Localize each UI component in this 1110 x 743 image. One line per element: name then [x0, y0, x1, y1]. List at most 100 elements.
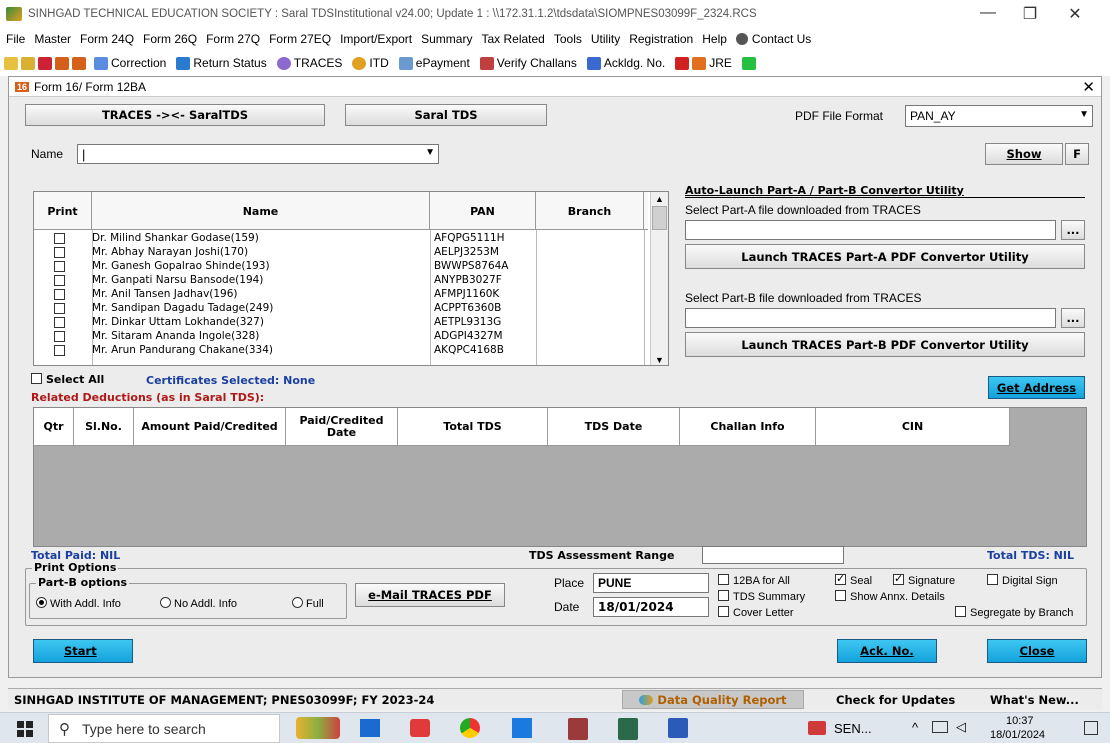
menu-file[interactable]: File: [6, 32, 25, 46]
whatsapp-icon[interactable]: [741, 56, 756, 70]
open-icon[interactable]: [21, 56, 35, 70]
chk-signature-box[interactable]: [893, 572, 904, 585]
chk-annx-box[interactable]: [835, 590, 846, 601]
return-status-button[interactable]: Return Status: [176, 56, 267, 70]
menu-form26q[interactable]: Form 26Q: [143, 32, 197, 46]
restore-icon[interactable]: ❐: [1010, 4, 1050, 24]
chk-12ba-box[interactable]: [718, 574, 729, 585]
email-traces-pdf-button[interactable]: e-Mail TRACES PDF: [355, 583, 505, 607]
row-checkbox[interactable]: [54, 247, 65, 258]
clock-date[interactable]: 18/01/2024: [990, 729, 1045, 741]
chk-cover-letter[interactable]: Cover Letter: [718, 606, 794, 619]
table-row[interactable]: Mr. Anil Tansen Jadhav(196) AFMPJ1160K: [34, 288, 648, 301]
menu-tax-related[interactable]: Tax Related: [481, 32, 544, 46]
grid-scrollbar[interactable]: ▲ ▼: [650, 192, 668, 365]
table-row[interactable]: Mr. Dinkar Uttam Lokhande(327) AETPL9313G: [34, 316, 648, 329]
menu-form27eq[interactable]: Form 27EQ: [269, 32, 331, 46]
close-window-icon[interactable]: ✕: [1055, 4, 1095, 24]
option-with-addl-info[interactable]: With Addl. Info: [36, 597, 121, 610]
radio-with[interactable]: [36, 597, 47, 608]
minimize-icon[interactable]: —: [968, 4, 1008, 22]
chk-signature[interactable]: Signature: [893, 572, 955, 587]
menu-form24q[interactable]: Form 24Q: [80, 32, 134, 46]
saral-tds-icon[interactable]: [618, 718, 638, 740]
part-b-file-input[interactable]: [685, 308, 1056, 328]
name-combobox[interactable]: | ▼: [77, 144, 439, 164]
radio-full[interactable]: [292, 597, 303, 608]
jre-button[interactable]: JRE: [692, 56, 732, 70]
launch-part-b-button[interactable]: Launch TRACES Part-B PDF Convertor Utili…: [685, 332, 1085, 357]
traces-button[interactable]: TRACES: [276, 56, 342, 70]
row-checkbox[interactable]: [54, 275, 65, 286]
check-updates-button[interactable]: Check for Updates: [836, 693, 955, 707]
launch-part-a-button[interactable]: Launch TRACES Part-A PDF Convertor Utili…: [685, 244, 1085, 269]
chk-digital-sign[interactable]: Digital Sign: [987, 574, 1058, 587]
chk-seal[interactable]: Seal: [835, 572, 872, 587]
show-button[interactable]: Show: [985, 143, 1063, 165]
row-checkbox[interactable]: [54, 331, 65, 342]
ackldg-button[interactable]: Ackldg. No.: [586, 56, 665, 70]
correction-button[interactable]: Correction: [94, 56, 166, 70]
row-checkbox[interactable]: [54, 303, 65, 314]
tools-icon[interactable]: [38, 56, 52, 70]
scroll-up-icon[interactable]: ▲: [655, 194, 664, 204]
app-icon-2[interactable]: [512, 718, 532, 738]
chk-summary-box[interactable]: [718, 590, 729, 601]
row-checkbox[interactable]: [54, 345, 65, 356]
close-button[interactable]: Close: [987, 639, 1087, 663]
table-row[interactable]: Mr. Abhay Narayan Joshi(170) AELPJ3253M: [34, 246, 648, 259]
app-icon-1[interactable]: [360, 719, 380, 737]
tray-chevron-up-icon[interactable]: ^: [912, 720, 918, 735]
scroll-down-icon[interactable]: ▼: [655, 355, 664, 365]
menu-master[interactable]: Master: [34, 32, 71, 46]
tab-saral-tds[interactable]: Saral TDS: [345, 104, 547, 126]
get-address-button[interactable]: Get Address: [988, 376, 1085, 399]
menu-tools[interactable]: Tools: [554, 32, 582, 46]
pdf-format-select[interactable]: PAN_AY ▼: [905, 105, 1093, 127]
row-checkbox[interactable]: [54, 289, 65, 300]
verify-challans-button[interactable]: Verify Challans: [479, 56, 577, 70]
table-row[interactable]: Mr. Sitaram Ananda Ingole(328) ADGPI4327M: [34, 330, 648, 343]
youtube-icon[interactable]: [675, 56, 690, 70]
notifications-icon[interactable]: [1084, 721, 1098, 735]
row-checkbox[interactable]: [54, 261, 65, 272]
data-quality-report-button[interactable]: Data Quality Report: [622, 690, 804, 709]
menu-contact-us[interactable]: Contact Us: [735, 32, 820, 46]
tab-traces-saraltds[interactable]: TRACES -><- SaralTDS: [25, 104, 325, 126]
place-input[interactable]: PUNE: [593, 573, 709, 593]
volume-icon[interactable]: ◁: [956, 719, 966, 735]
menu-utility[interactable]: Utility: [591, 32, 620, 46]
network-icon[interactable]: [932, 721, 948, 733]
f-button[interactable]: F: [1065, 143, 1089, 165]
table-row[interactable]: Mr. Ganpati Narsu Bansode(194) ANYPB3027F: [34, 274, 648, 287]
select-all-box[interactable]: [31, 373, 42, 384]
chk-segregate-branch[interactable]: Segregate by Branch: [955, 606, 1073, 619]
menu-summary[interactable]: Summary: [421, 32, 472, 46]
dialog-close-icon[interactable]: ✕: [1082, 78, 1095, 96]
chk-12ba-all[interactable]: 12BA for All: [718, 574, 790, 587]
chk-tds-summary[interactable]: TDS Summary: [718, 590, 805, 603]
menu-registration[interactable]: Registration: [629, 32, 693, 46]
chk-seal-box[interactable]: [835, 572, 846, 585]
option-full[interactable]: Full: [292, 597, 324, 610]
assessment-range-input[interactable]: [702, 546, 844, 564]
menu-import-export[interactable]: Import/Export: [340, 32, 412, 46]
menu-form27q[interactable]: Form 27Q: [206, 32, 260, 46]
table-row[interactable]: Mr. Sandipan Dagadu Tadage(249) ACPPT6360…: [34, 302, 648, 315]
clock-time[interactable]: 10:37: [1006, 715, 1034, 727]
row-checkbox[interactable]: [54, 233, 65, 244]
part-a-browse-button[interactable]: ...: [1061, 220, 1085, 240]
ack-no-button[interactable]: Ack. No.: [837, 639, 937, 663]
table-row[interactable]: Mr. Ganesh Gopalrao Shinde(193) BWWPS8764…: [34, 260, 648, 273]
select-all-checkbox[interactable]: Select All: [31, 373, 104, 386]
date-input[interactable]: 18/01/2024: [593, 597, 709, 617]
windows-start-icon[interactable]: [17, 721, 33, 737]
table-row[interactable]: Mr. Arun Pandurang Chakane(334) AKQPC4168…: [34, 344, 648, 357]
chk-show-annx[interactable]: Show Annx. Details: [835, 590, 945, 603]
chk-segregate-box[interactable]: [955, 606, 966, 617]
chk-digital-box[interactable]: [987, 574, 998, 585]
radio-no[interactable]: [160, 597, 171, 608]
folder-icon[interactable]: [4, 56, 18, 70]
option-no-addl-info[interactable]: No Addl. Info: [160, 597, 237, 610]
part-b-browse-button[interactable]: ...: [1061, 308, 1085, 328]
